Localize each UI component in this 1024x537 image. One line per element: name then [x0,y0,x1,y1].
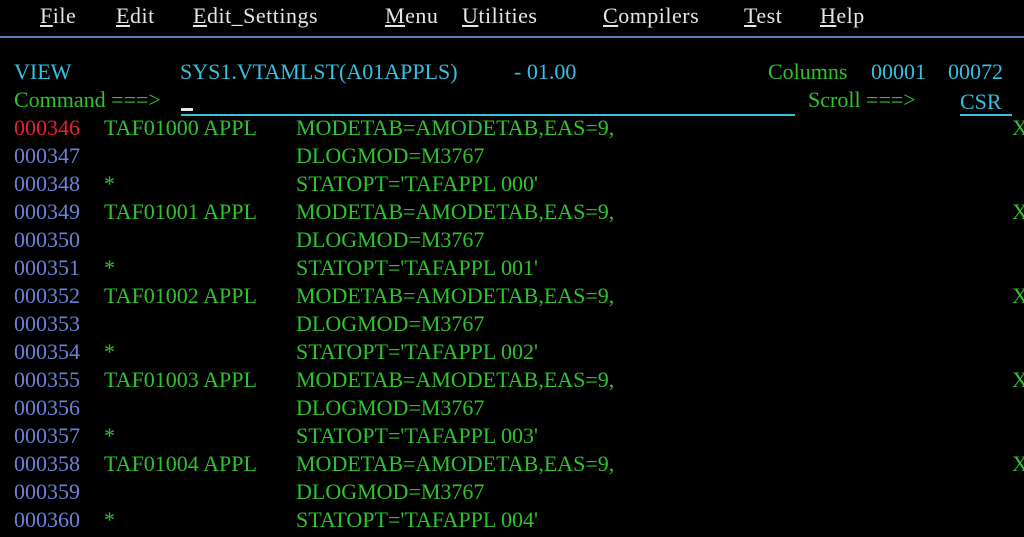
columns-from: 00001 [871,59,926,84]
command-label: Command ===> [14,87,161,112]
columns-to: 00072 [948,59,1003,84]
line-statement: MODETAB=AMODETAB,EAS=9, [296,451,615,476]
source-line: 000348 * STATOPT='TAFAPPL 000' [0,170,1024,198]
source-line: 000350 DLOGMOD=M3767 [0,226,1024,254]
line-statement: DLOGMOD=M3767 [296,311,485,336]
menu-compilers[interactable]: Compilers [603,2,699,30]
line-statement: DLOGMOD=M3767 [296,395,485,420]
line-label: TAF01003 APPL [104,367,257,392]
line-label: * [104,255,115,280]
line-number[interactable]: 000358 [14,450,80,478]
line-number[interactable]: 000351 [14,254,80,282]
line-number[interactable]: 000347 [14,142,80,170]
source-line: 000346 TAF01000 APPL MODETAB=AMODETAB,EA… [0,114,1024,142]
continuation-mark: X [1012,367,1024,392]
source-line: 000352 TAF01002 APPL MODETAB=AMODETAB,EA… [0,282,1024,310]
menu-test-label: est [756,3,783,28]
line-statement: STATOPT='TAFAPPL 000' [296,171,538,196]
source-line: 000349 TAF01001 APPL MODETAB=AMODETAB,EA… [0,198,1024,226]
menu-separator [0,36,1024,38]
line-number[interactable]: 000360 [14,506,80,534]
line-number[interactable]: 000355 [14,366,80,394]
line-label: * [104,339,115,364]
line-label: TAF01001 APPL [104,199,257,224]
scroll-label: Scroll ===> [808,87,916,112]
dataset-name: SYS1.VTAMLST(A01APPLS) [180,59,458,84]
menu-file[interactable]: File [40,2,76,30]
line-statement: DLOGMOD=M3767 [296,479,485,504]
line-number[interactable]: 000349 [14,198,80,226]
line-statement: MODETAB=AMODETAB,EAS=9, [296,367,615,392]
line-statement: STATOPT='TAFAPPL 003' [296,423,538,448]
line-number[interactable]: 000357 [14,422,80,450]
command-input[interactable] [181,90,795,116]
menu-help-mnemonic: H [820,3,837,28]
columns-label: Columns [768,59,848,84]
menu-utilities-label: tilities [478,3,538,28]
line-number[interactable]: 000346 [14,114,80,142]
scroll-amount-input[interactable] [960,90,1012,116]
menu-edit-mnemonic: E [116,3,130,28]
source-line: 000347 DLOGMOD=M3767 [0,142,1024,170]
source-line: 000360 * STATOPT='TAFAPPL 004' [0,506,1024,534]
line-number[interactable]: 000353 [14,310,80,338]
menu-compilers-mnemonic: C [603,3,619,28]
menu-utilities-mnemonic: U [462,3,479,28]
menu-edit-label: dit [129,3,155,28]
line-label: * [104,171,115,196]
line-statement: DLOGMOD=M3767 [296,227,485,252]
line-statement: STATOPT='TAFAPPL 004' [296,507,538,532]
menu-edit-settings-mnemonic: E [193,3,207,28]
line-number[interactable]: 000350 [14,226,80,254]
menu-edit-settings[interactable]: Edit_Settings [193,2,318,30]
line-label: TAF01002 APPL [104,283,257,308]
menu-menu-label: enu [405,3,439,28]
menu-file-label: ile [52,3,77,28]
menu-compilers-label: ompilers [618,3,700,28]
line-statement: MODETAB=AMODETAB,EAS=9, [296,199,615,224]
continuation-mark: X [1012,283,1024,308]
line-statement: DLOGMOD=M3767 [296,143,485,168]
line-number[interactable]: 000348 [14,170,80,198]
continuation-mark: X [1012,115,1024,140]
source-line: 000355 TAF01003 APPL MODETAB=AMODETAB,EA… [0,366,1024,394]
line-label: * [104,507,115,532]
menu-bar: File Edit Edit_Settings Menu Utilities C… [0,0,1024,34]
menu-menu-mnemonic: M [385,3,406,28]
mode-label: VIEW [14,59,72,84]
line-number[interactable]: 000356 [14,394,80,422]
menu-file-mnemonic: F [40,3,53,28]
source-line: 000357 * STATOPT='TAFAPPL 003' [0,422,1024,450]
version-label: - 01.00 [514,59,577,84]
line-label: TAF01004 APPL [104,451,257,476]
menu-edit-settings-label: dit_Settings [206,3,319,28]
continuation-mark: X [1012,451,1024,476]
menu-test[interactable]: Test [744,2,782,30]
menu-help-label: elp [836,3,865,28]
line-label: * [104,423,115,448]
line-statement: STATOPT='TAFAPPL 001' [296,255,538,280]
text-cursor [181,108,193,111]
line-label: TAF01000 APPL [104,115,257,140]
menu-menu[interactable]: Menu [385,2,438,30]
source-line: 000353 DLOGMOD=M3767 [0,310,1024,338]
line-statement: STATOPT='TAFAPPL 002' [296,339,538,364]
line-number[interactable]: 000354 [14,338,80,366]
source-line: 000359 DLOGMOD=M3767 [0,478,1024,506]
line-number[interactable]: 000359 [14,478,80,506]
source-line: 000356 DLOGMOD=M3767 [0,394,1024,422]
source-line: 000351 * STATOPT='TAFAPPL 001' [0,254,1024,282]
menu-help[interactable]: Help [820,2,865,30]
source-line: 000354 * STATOPT='TAFAPPL 002' [0,338,1024,366]
continuation-mark: X [1012,199,1024,224]
menu-edit[interactable]: Edit [116,2,155,30]
menu-test-mnemonic: T [744,3,757,28]
source-line: 000358 TAF01004 APPL MODETAB=AMODETAB,EA… [0,450,1024,478]
line-statement: MODETAB=AMODETAB,EAS=9, [296,115,615,140]
line-number[interactable]: 000352 [14,282,80,310]
menu-utilities[interactable]: Utilities [462,2,537,30]
line-statement: MODETAB=AMODETAB,EAS=9, [296,283,615,308]
